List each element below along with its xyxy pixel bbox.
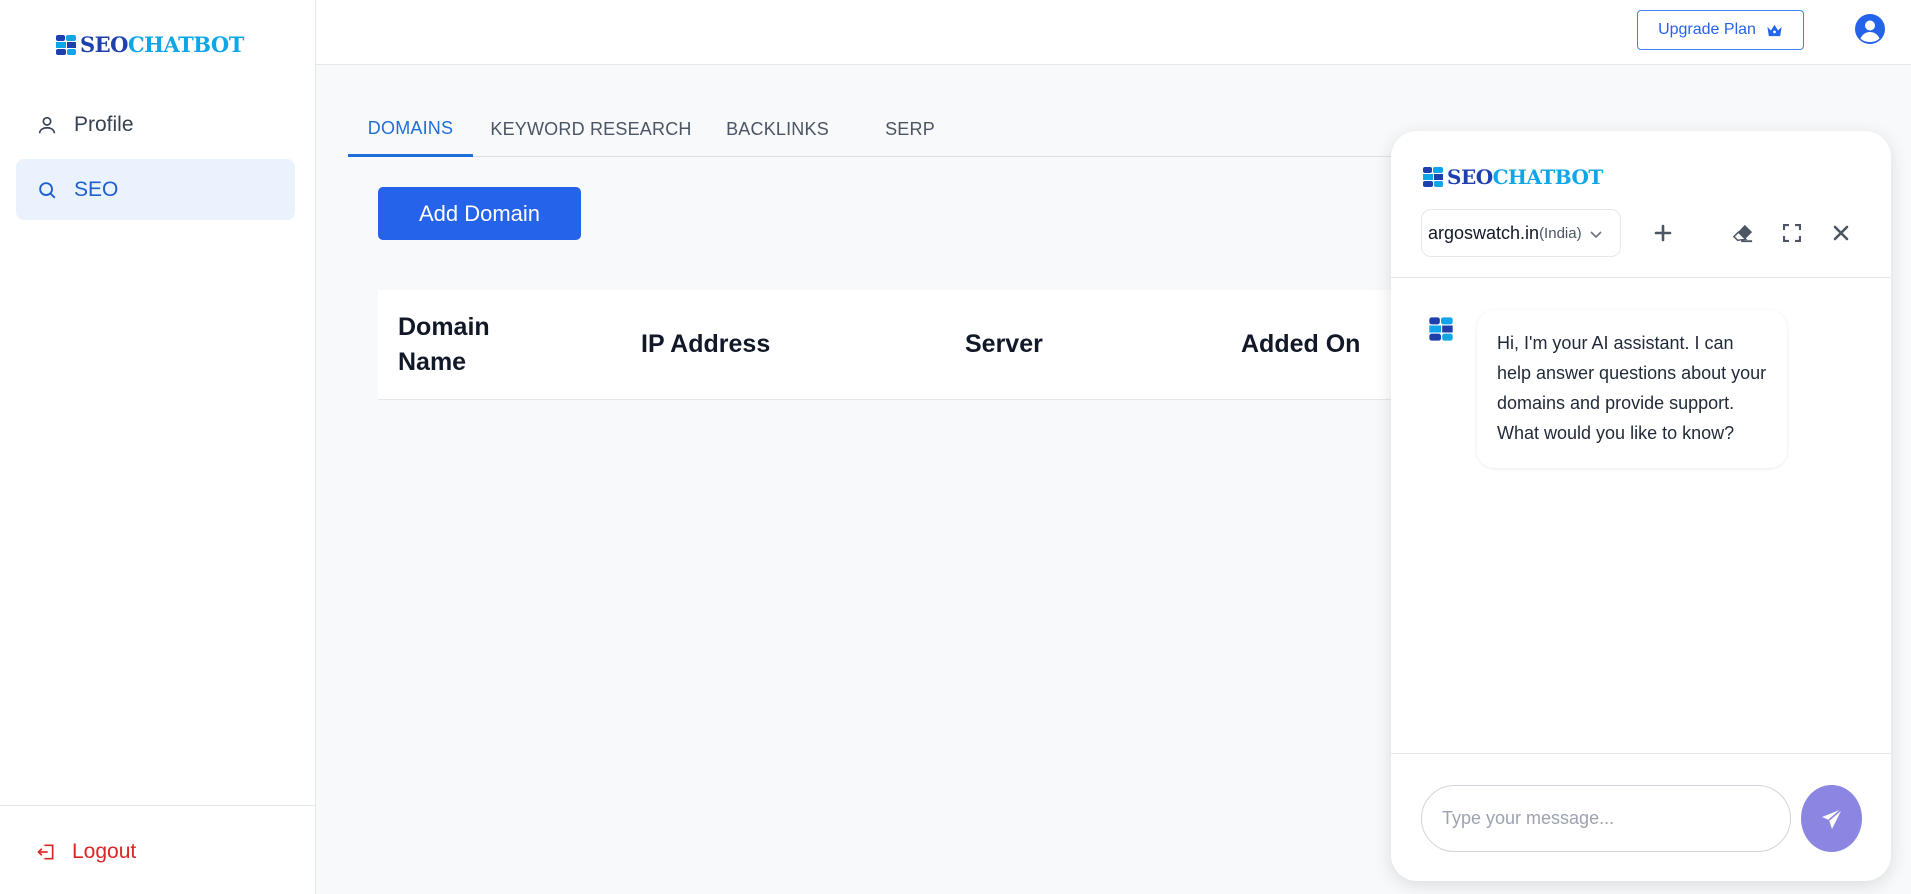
domain-select[interactable]: argoswatch.in (India) [1421,209,1621,257]
eraser-icon [1732,224,1753,243]
upgrade-plan-button[interactable]: Upgrade Plan [1637,10,1804,50]
logout-label: Logout [72,840,137,863]
column-header-added-on[interactable]: Added On [1241,327,1360,362]
send-icon [1821,807,1843,829]
tab-domains[interactable]: DOMAINS [348,102,473,157]
sidebar-item-label: SEO [74,177,119,201]
selected-domain: argoswatch.in [1428,222,1540,243]
send-button[interactable] [1801,785,1862,852]
chat-header-divider [1391,277,1891,278]
column-header-ip-address[interactable]: IP Address [641,327,770,362]
sidebar: SEOCHATBOT Profile SEO Logout [0,0,316,894]
brand-name: SEOCHATBOT [80,32,244,57]
tab-backlinks[interactable]: BACKLINKS [720,102,835,157]
chat-brand-logo: SEOCHATBOT [1421,165,1603,189]
selected-domain-country: (India) [1539,224,1582,242]
brand-logo[interactable]: SEOCHATBOT [54,32,244,57]
sidebar-divider [0,805,316,806]
tab-serp[interactable]: SERP [870,102,950,157]
upgrade-plan-label: Upgrade Plan [1658,21,1756,38]
user-icon [36,114,58,136]
crown-icon [1767,24,1782,36]
chat-panel: SEOCHATBOT argoswatch.in (India) Hi, I'm … [1391,131,1891,881]
search-icon [36,179,58,201]
chat-brand-name: SEOCHATBOT [1447,165,1603,189]
chevron-down-icon [1590,231,1602,239]
logout-icon [36,842,56,862]
chat-input-divider [1391,753,1891,754]
sidebar-item-seo[interactable]: SEO [16,159,295,220]
logo-mark-icon [1423,167,1443,187]
expand-icon [1783,224,1801,242]
chat-message-input[interactable] [1421,785,1791,852]
clear-chat-button[interactable] [1730,220,1756,246]
user-circle-icon[interactable] [1854,13,1886,45]
sidebar-item-label: Profile [74,112,134,136]
close-icon [1833,225,1849,241]
tab-keyword-research[interactable]: KEYWORD RESEARCH [486,102,696,157]
column-header-server[interactable]: Server [965,327,1043,362]
add-domain-chat-button[interactable] [1650,220,1676,246]
bot-message: Hi, I'm your AI assistant. I can help an… [1477,310,1787,468]
expand-chat-button[interactable] [1779,220,1805,246]
plus-icon [1654,224,1672,242]
column-header-domain-name[interactable]: Domain Name [398,310,490,380]
sidebar-item-profile[interactable]: Profile [16,94,295,155]
logo-mark-icon [56,34,76,55]
logout-button[interactable]: Logout [36,840,136,864]
add-domain-button[interactable]: Add Domain [378,187,581,240]
bot-avatar-icon [1429,317,1453,341]
close-chat-button[interactable] [1828,220,1854,246]
